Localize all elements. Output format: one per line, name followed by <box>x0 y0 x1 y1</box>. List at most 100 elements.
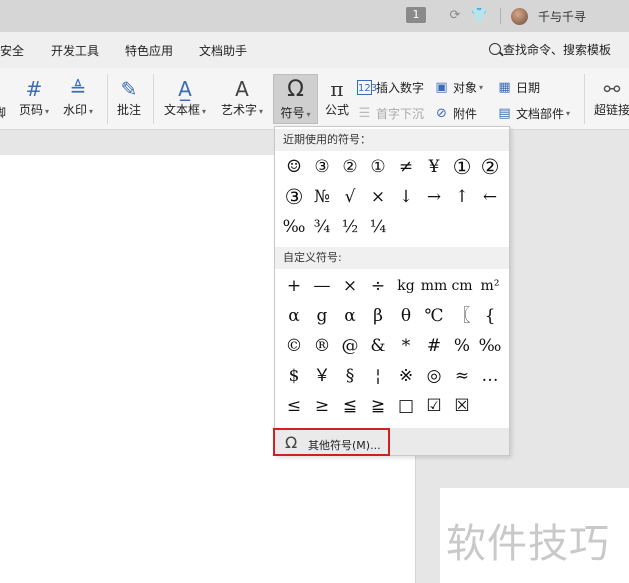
symbol-cell[interactable]: + <box>280 272 308 300</box>
symbol-cell[interactable]: m² <box>476 272 504 300</box>
symbol-cell[interactable]: ≤ <box>280 392 308 420</box>
symbol-cell[interactable]: ¾ <box>308 213 336 241</box>
symbol-button[interactable]: Ω 符号 ▾ <box>273 74 318 124</box>
symbol-cell[interactable]: ① <box>448 153 476 181</box>
symbol-cell[interactable]: ↑ <box>448 183 476 211</box>
wordart-button[interactable]: A 艺术字 ▾ <box>217 76 267 120</box>
ribbon-divider <box>153 74 154 124</box>
page-number-icon: # <box>25 77 43 101</box>
symbol-cell[interactable]: α <box>280 302 308 330</box>
avatar[interactable] <box>511 8 528 25</box>
tab-security[interactable]: 安全 <box>0 42 24 59</box>
symbol-cell[interactable]: ③ <box>280 183 308 211</box>
sync-icon[interactable]: ⟳ <box>447 8 463 24</box>
skin-icon[interactable]: 👕 <box>471 8 487 24</box>
symbol-cell[interactable]: cm <box>448 272 476 300</box>
symbol-cell[interactable]: — <box>308 272 336 300</box>
drop-cap-icon: ☰ <box>358 106 371 121</box>
symbol-cell[interactable]: → <box>420 183 448 211</box>
tab-featured-apps[interactable]: 特色应用 <box>125 42 173 59</box>
symbol-cell[interactable]: ¥ <box>420 153 448 181</box>
symbol-cell[interactable]: { <box>476 302 504 330</box>
user-name[interactable]: 千与千寻 <box>538 8 586 25</box>
symbol-cell[interactable]: kg <box>392 272 420 300</box>
symbol-cell[interactable]: ↓ <box>392 183 420 211</box>
window-count-badge[interactable]: 1 <box>406 7 426 23</box>
symbol-cell[interactable]: g <box>308 302 336 330</box>
symbol-cell[interactable]: ® <box>308 332 336 360</box>
symbol-cell[interactable]: ☒ <box>448 392 476 420</box>
symbol-cell[interactable]: θ <box>392 302 420 330</box>
symbol-cell[interactable]: ① <box>364 153 392 181</box>
object-icon: ▣ <box>435 80 448 95</box>
symbol-cell[interactable]: ≦ <box>336 392 364 420</box>
symbol-cell[interactable]: © <box>280 332 308 360</box>
symbol-cell[interactable]: ③ <box>308 153 336 181</box>
symbol-cell[interactable]: … <box>476 362 504 390</box>
page-number-button[interactable]: # 页码 ▾ <box>16 76 52 120</box>
symbol-cell[interactable]: ② <box>336 153 364 181</box>
symbol-cell[interactable]: $ <box>280 362 308 390</box>
symbol-cell[interactable]: ◎ <box>420 362 448 390</box>
symbol-cell[interactable]: ¼ <box>364 213 392 241</box>
symbol-cell[interactable]: ※ <box>392 362 420 390</box>
symbol-cell[interactable]: № <box>308 183 336 211</box>
watermark-icon: ≜ <box>69 77 87 101</box>
symbol-cell[interactable]: ≈ <box>448 362 476 390</box>
symbol-cell[interactable]: ≧ <box>364 392 392 420</box>
textbox-button[interactable]: A̲ 文本框 ▾ <box>160 76 210 120</box>
symbol-cell[interactable]: √ <box>336 183 364 211</box>
tab-doc-assistant[interactable]: 文档助手 <box>199 42 247 59</box>
symbol-cell[interactable]: ‰ <box>476 332 504 360</box>
symbol-cell[interactable]: × <box>336 272 364 300</box>
symbol-cell[interactable]: # <box>420 332 448 360</box>
symbol-cell[interactable]: ② <box>476 153 504 181</box>
symbol-cell[interactable]: β <box>364 302 392 330</box>
paperclip-icon: ⊘ <box>436 106 447 121</box>
annotation-button[interactable]: ✎ 批注 <box>113 76 145 118</box>
symbol-cell[interactable]: 〖 <box>448 302 476 330</box>
doc-parts-button[interactable]: ▤ 文档部件 ▾ <box>497 105 570 122</box>
watermark-button[interactable]: ≜ 水印 ▾ <box>59 76 97 120</box>
command-search[interactable]: 查找命令、搜索模板 <box>489 41 611 58</box>
calendar-icon: ▦ <box>498 80 511 95</box>
pi-icon: π <box>330 77 344 101</box>
symbol-cell[interactable]: ½ <box>336 213 364 241</box>
symbol-cell[interactable]: × <box>364 183 392 211</box>
search-icon <box>489 43 501 55</box>
number-icon: 123 <box>357 80 377 95</box>
symbol-cell[interactable]: ← <box>476 183 504 211</box>
footer-button-partial[interactable]: 脚 <box>0 105 6 121</box>
object-button[interactable]: ▣ 对象 ▾ <box>434 79 483 96</box>
more-symbols-button[interactable]: Ω 其他符号(M)... <box>273 428 390 456</box>
symbol-cell[interactable]: ‰ <box>280 213 308 241</box>
symbol-cell[interactable]: * <box>392 332 420 360</box>
symbol-cell[interactable]: α <box>336 302 364 330</box>
ribbon-divider <box>584 74 585 124</box>
symbol-cell[interactable]: ☺ <box>280 153 308 181</box>
symbol-cell[interactable]: ≠ <box>392 153 420 181</box>
symbol-cell[interactable]: @ <box>336 332 364 360</box>
symbol-cell[interactable]: % <box>448 332 476 360</box>
search-label: 查找命令、搜索模板 <box>503 43 612 57</box>
symbol-cell[interactable]: & <box>364 332 392 360</box>
symbol-cell[interactable]: ☑ <box>420 392 448 420</box>
attachment-button[interactable]: ⊘ 附件 <box>434 105 477 122</box>
insert-number-button[interactable]: 123 插入数字 <box>357 79 424 96</box>
omega-icon: Ω <box>285 433 298 452</box>
date-button[interactable]: ▦ 日期 <box>497 79 540 96</box>
symbol-cell[interactable]: □ <box>392 392 420 420</box>
symbol-cell[interactable]: ¦ <box>364 362 392 390</box>
tab-developer-tools[interactable]: 开发工具 <box>51 42 99 59</box>
symbol-cell[interactable]: ÷ <box>364 272 392 300</box>
drop-cap-button: ☰ 首字下沉 <box>358 106 425 121</box>
symbol-cell[interactable]: ℃ <box>420 302 448 330</box>
annotation-icon: ✎ <box>120 77 138 101</box>
symbol-cell[interactable]: mm <box>420 272 448 300</box>
symbol-cell[interactable]: § <box>336 362 364 390</box>
hyperlink-button[interactable]: ⚯ 超链接 <box>592 76 629 118</box>
recent-symbols-header: 近期使用的符号： <box>275 129 509 151</box>
symbol-cell[interactable]: ￥ <box>308 362 336 390</box>
formula-button[interactable]: π 公式 <box>321 76 353 118</box>
symbol-cell[interactable]: ≥ <box>308 392 336 420</box>
